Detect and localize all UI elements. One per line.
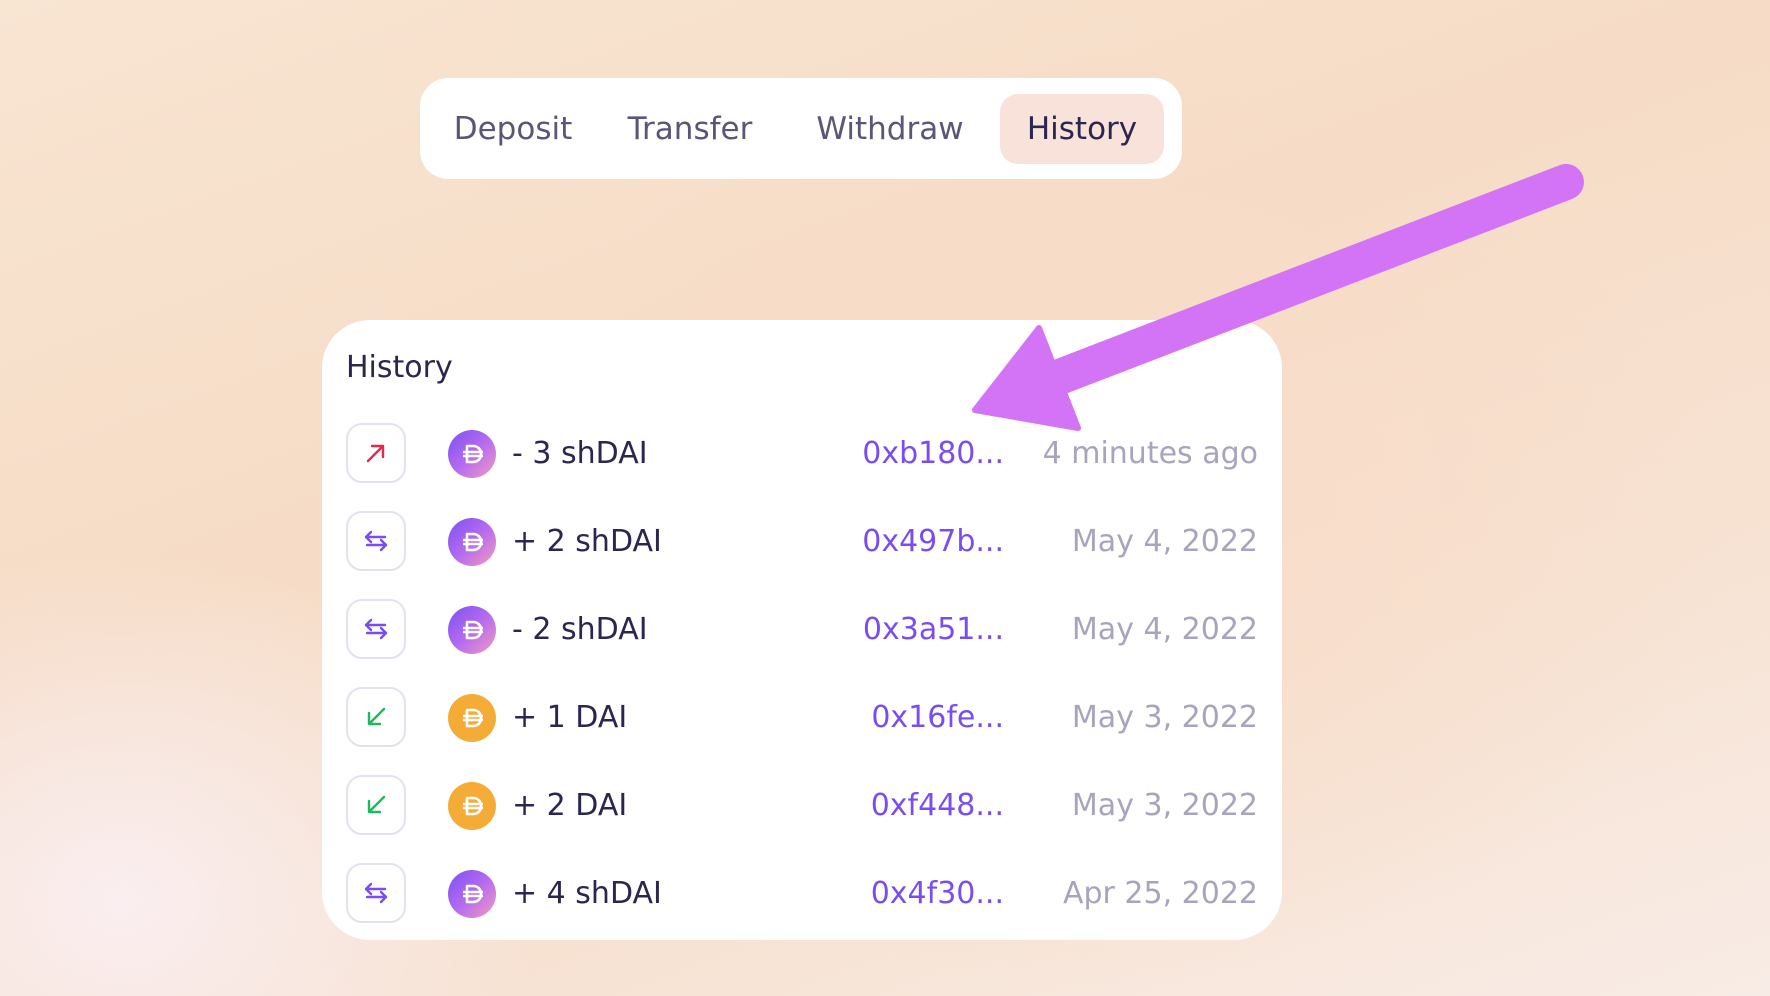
shdai-token-icon (448, 606, 496, 654)
tab-transfer[interactable]: Transfer (600, 94, 780, 164)
tab-withdraw[interactable]: Withdraw (792, 94, 988, 164)
incoming-arrow-icon (367, 795, 386, 814)
transaction-time: May 4, 2022 (1071, 524, 1258, 559)
transaction-amount: + 1 DAI (512, 700, 628, 735)
direction-button[interactable] (346, 511, 406, 571)
transaction-amount: + 2 shDAI (512, 524, 662, 559)
transfer-arrows-icon (364, 882, 388, 904)
tab-history[interactable]: History (1000, 93, 1164, 164)
shdai-token-icon (448, 870, 496, 918)
direction-button[interactable] (346, 423, 406, 483)
incoming-arrow-icon (367, 707, 386, 726)
history-row: - 3 shDAI 0xb180... 4 minutes ago (346, 414, 1258, 502)
history-row: - 2 shDAI 0x3a51... May 4, 2022 (346, 590, 1258, 678)
transaction-amount: - 2 shDAI (512, 612, 648, 647)
transaction-hash-link[interactable]: 0x16fe... (871, 700, 1004, 735)
transaction-amount: + 4 shDAI (512, 876, 662, 911)
outgoing-arrow-icon (366, 444, 385, 463)
history-title: History (346, 350, 453, 385)
shdai-token-icon (448, 518, 496, 566)
history-row: + 1 DAI 0x16fe... May 3, 2022 (346, 678, 1258, 766)
direction-button[interactable] (346, 599, 406, 659)
direction-button[interactable] (346, 687, 406, 747)
history-row: + 4 shDAI 0x4f30... Apr 25, 2022 (346, 854, 1258, 942)
dai-token-icon (448, 782, 496, 830)
transaction-amount: + 2 DAI (512, 788, 628, 823)
transaction-hash-link[interactable]: 0xf448... (871, 788, 1004, 823)
dai-token-icon (448, 694, 496, 742)
transfer-arrows-icon (364, 618, 388, 640)
transaction-hash-link[interactable]: 0x3a51... (863, 612, 1004, 647)
transaction-amount: - 3 shDAI (512, 436, 648, 471)
history-row: + 2 DAI 0xf448... May 3, 2022 (346, 766, 1258, 854)
history-list: - 3 shDAI 0xb180... 4 minutes ago + 2 sh… (346, 414, 1258, 942)
transfer-arrows-icon (364, 530, 388, 552)
transaction-time: 4 minutes ago (1042, 436, 1258, 471)
transaction-hash-link[interactable]: 0x497b... (862, 524, 1004, 559)
transaction-time: May 4, 2022 (1071, 612, 1258, 647)
shdai-token-icon (448, 430, 496, 478)
history-row: + 2 shDAI 0x497b... May 4, 2022 (346, 502, 1258, 590)
transaction-hash-link[interactable]: 0x4f30... (871, 876, 1004, 911)
transaction-hash-link[interactable]: 0xb180... (862, 436, 1004, 471)
transaction-time: Apr 25, 2022 (1062, 876, 1258, 911)
tab-deposit[interactable]: Deposit (438, 94, 588, 164)
history-card: History - 3 shDAI 0xb180... 4 minutes ag… (322, 320, 1282, 940)
transaction-time: May 3, 2022 (1071, 788, 1258, 823)
direction-button[interactable] (346, 863, 406, 923)
direction-button[interactable] (346, 775, 406, 835)
tab-bar: Deposit Transfer Withdraw History (420, 78, 1182, 179)
transaction-time: May 3, 2022 (1071, 700, 1258, 735)
